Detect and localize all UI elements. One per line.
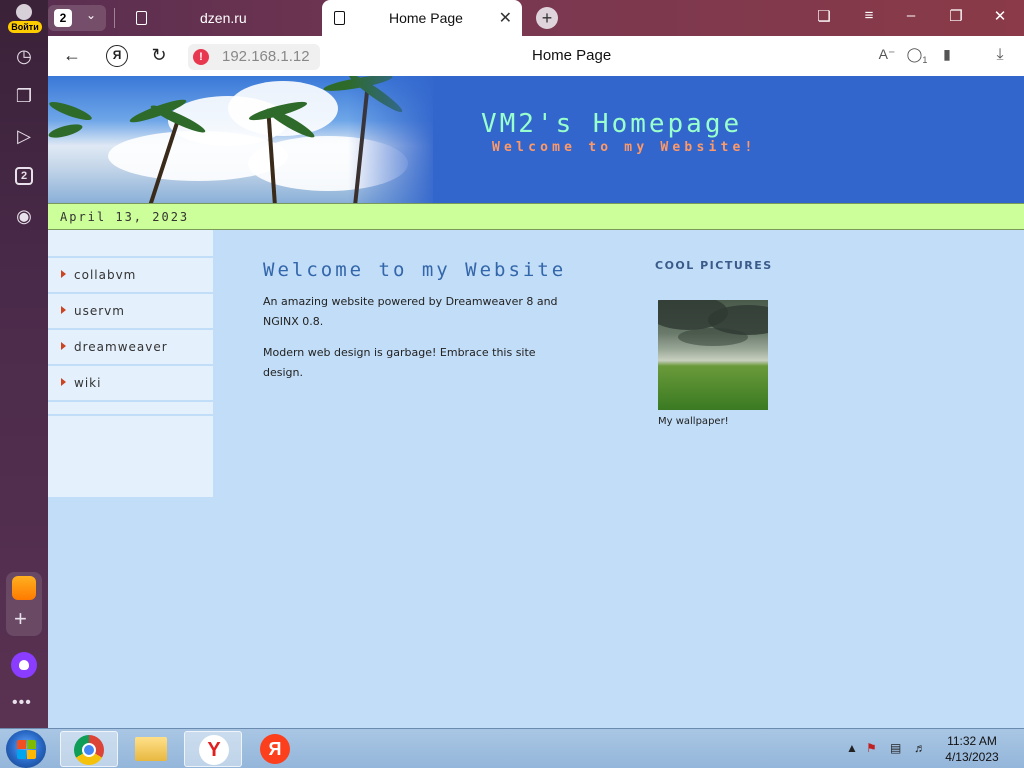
- arrow-right-icon: [61, 306, 66, 314]
- nav-item-label: uservm: [74, 304, 125, 318]
- action-center-flag-icon[interactable]: ⚑: [866, 741, 877, 755]
- nav-item-uservm[interactable]: uservm: [48, 294, 213, 330]
- wallpaper-caption: My wallpaper!: [658, 416, 729, 427]
- taskbar-yandex-browser[interactable]: Y: [184, 731, 242, 767]
- alice-assistant-icon[interactable]: [11, 652, 37, 678]
- tab-title: Home Page: [389, 10, 463, 26]
- show-hidden-icons-icon[interactable]: ▲: [846, 741, 858, 755]
- system-clock[interactable]: 11:32 AM 4/13/2023: [930, 733, 1014, 765]
- minimize-button[interactable]: –: [900, 7, 922, 24]
- page-icon: [334, 11, 345, 25]
- nav-item-wiki[interactable]: wiki: [48, 366, 213, 402]
- browser-sidebar: Войти ◷ ❐ ▷ 2 ◉ + •••: [0, 0, 48, 728]
- clock-date: 4/13/2023: [945, 750, 999, 764]
- arrow-right-icon: [61, 342, 66, 350]
- clock-time: 11:32 AM: [947, 734, 997, 748]
- collections-icon[interactable]: ❐: [10, 82, 38, 110]
- main-heading: Welcome to my Website: [263, 259, 567, 281]
- nav-item-collabvm[interactable]: collabvm: [48, 258, 213, 294]
- start-button[interactable]: [6, 730, 46, 768]
- intro-paragraph: An amazing website powered by Dreamweave…: [263, 295, 558, 328]
- add-app-icon[interactable]: +: [14, 608, 27, 630]
- nav-item-label: collabvm: [74, 268, 137, 282]
- tab-strip: 2 ⌄ dzen.ru Home Page ✕ + ❏ ≡ – ❐ ✕: [48, 0, 1024, 36]
- yandex-browser-icon: Y: [199, 735, 229, 765]
- arrow-right-icon: [61, 378, 66, 386]
- chevron-down-icon: ⌄: [86, 8, 97, 22]
- folder-icon: [135, 737, 167, 761]
- tab-home-page[interactable]: Home Page ✕: [322, 0, 522, 36]
- menu-icon[interactable]: ≡: [858, 7, 880, 24]
- network-icon[interactable]: ▤: [890, 741, 901, 755]
- cool-pictures-heading: COOL PICTURES: [655, 259, 773, 272]
- address-bar: ← Я ↻ ! 192.168.1.12 Home Page A⁻ ◯1 ▮ ⤓: [48, 36, 1024, 76]
- restore-button[interactable]: ❐: [945, 7, 967, 25]
- design-paragraph: Modern web design is garbage! Embrace th…: [263, 346, 536, 379]
- reload-button[interactable]: ↻: [148, 45, 170, 66]
- taskbar-yandex[interactable]: Я: [246, 731, 304, 767]
- back-button[interactable]: ←: [61, 45, 83, 66]
- downloads-icon[interactable]: ⤓: [989, 46, 1011, 64]
- taskbar-explorer[interactable]: [122, 731, 180, 767]
- login-button[interactable]: Войти: [6, 2, 42, 34]
- wallpaper-image: [658, 300, 768, 410]
- sidebar-apps-panel: +: [6, 572, 42, 636]
- site-subtitle: Welcome to my Website!: [492, 140, 757, 155]
- taskbar-chrome[interactable]: [60, 731, 118, 767]
- page-icon: [136, 11, 147, 25]
- close-tab-icon[interactable]: ✕: [499, 8, 512, 28]
- video-play-icon[interactable]: ▷: [10, 122, 38, 150]
- tab-title: dzen.ru: [200, 10, 247, 26]
- screenshot-icon[interactable]: ◉: [10, 202, 38, 230]
- yandex-home-icon[interactable]: Я: [106, 45, 128, 67]
- url-field[interactable]: ! 192.168.1.12: [188, 44, 320, 70]
- yandex-icon: Я: [260, 734, 290, 764]
- avatar-icon: [16, 4, 32, 20]
- login-label: Войти: [8, 21, 42, 33]
- chrome-icon: [74, 735, 104, 765]
- nav-item-label: dreamweaver: [74, 340, 168, 354]
- volume-muted-icon[interactable]: ♬: [914, 741, 926, 755]
- site-navigation: collabvm uservm dreamweaver wiki: [48, 230, 213, 497]
- close-window-button[interactable]: ✕: [989, 7, 1011, 25]
- history-icon[interactable]: ◷: [10, 42, 38, 70]
- nav-spacer: [48, 402, 213, 416]
- arrow-right-icon: [61, 270, 66, 278]
- extension-icon[interactable]: ◯1: [906, 46, 928, 65]
- tabs-count-button[interactable]: 2: [10, 162, 38, 190]
- insecure-warning-icon[interactable]: !: [193, 49, 209, 65]
- tabs-count: 2: [15, 167, 33, 185]
- site-date: April 13, 2023: [60, 210, 190, 224]
- taskbar: Y Я ▲ ⚑ ▤ ♬ 11:32 AM 4/13/2023: [0, 728, 1024, 768]
- translate-icon[interactable]: A⁻: [876, 46, 898, 63]
- page-title: Home Page: [532, 47, 612, 64]
- nav-spacer: [48, 230, 213, 258]
- more-icon[interactable]: •••: [12, 694, 32, 712]
- extension-badge: 1: [922, 54, 928, 65]
- url-text: 192.168.1.12: [222, 48, 310, 65]
- tab-counter-button[interactable]: 2 ⌄: [48, 5, 106, 31]
- date-bar: April 13, 2023: [48, 203, 1024, 230]
- site-header: VM2's Homepage Welcome to my Website!: [48, 76, 1024, 203]
- palm-trees-image: [48, 76, 433, 203]
- divider: [114, 8, 115, 28]
- web-page: VM2's Homepage Welcome to my Website! Ap…: [48, 76, 1024, 728]
- tab-dzen[interactable]: dzen.ru: [124, 0, 320, 36]
- new-tab-button[interactable]: +: [536, 7, 558, 29]
- nav-item-dreamweaver[interactable]: dreamweaver: [48, 330, 213, 366]
- site-title: VM2's Homepage: [481, 109, 743, 139]
- bookmark-icon[interactable]: ▮: [936, 46, 958, 63]
- tab-count: 2: [54, 9, 72, 27]
- mail-icon[interactable]: [12, 576, 36, 600]
- bookmarks-panel-icon[interactable]: ❏: [813, 7, 835, 25]
- nav-item-label: wiki: [74, 376, 102, 390]
